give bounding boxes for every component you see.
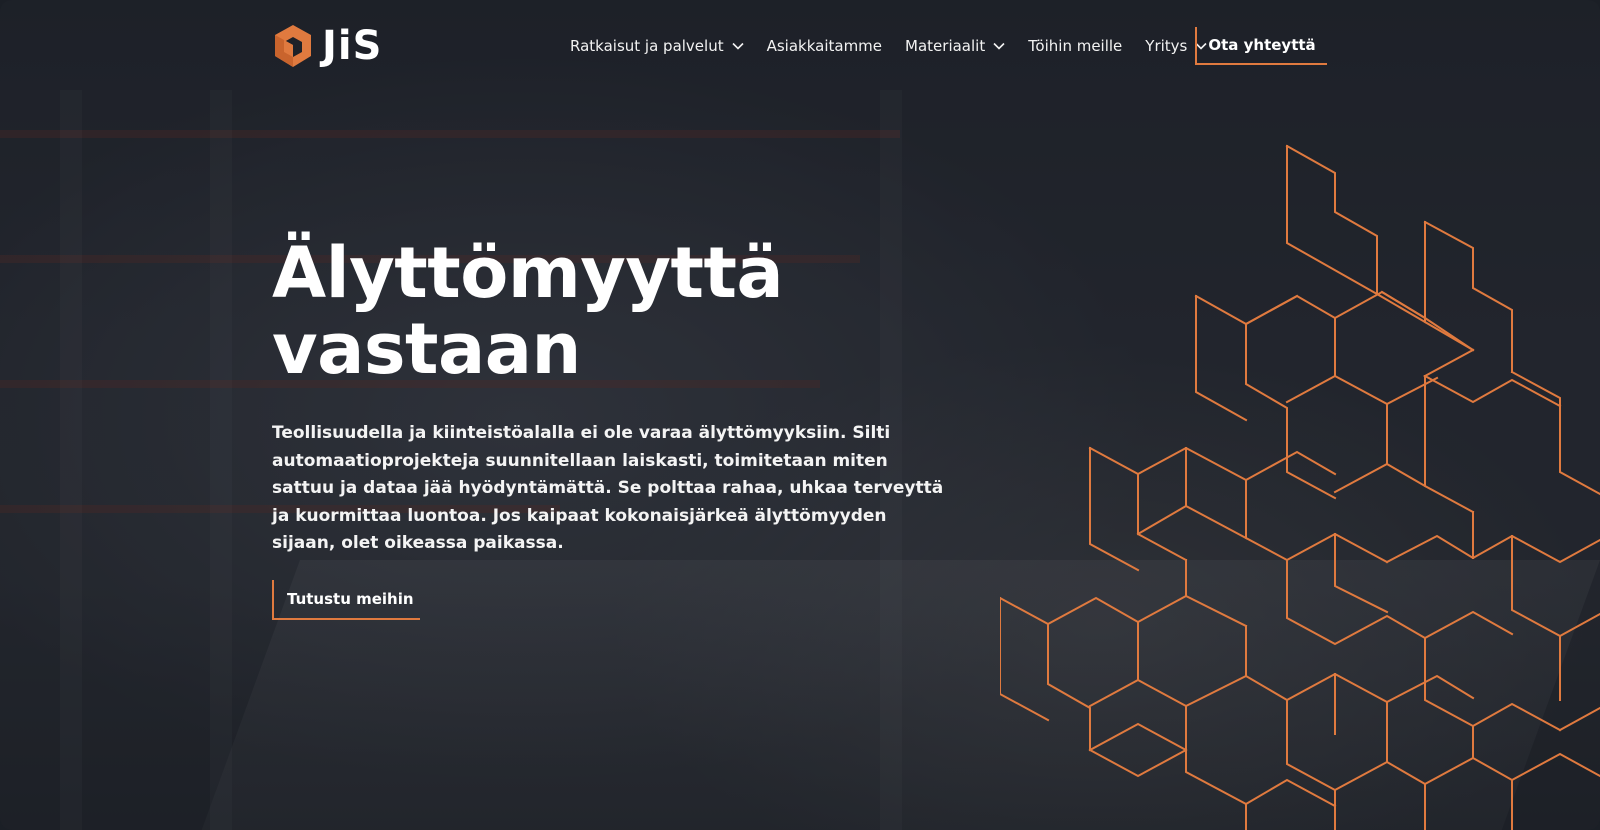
main-navigation: Ratkaisut ja palvelut Asiakkaitamme Mate… (570, 34, 1230, 58)
chevron-down-icon (993, 42, 1005, 50)
brand-logo[interactable]: JiS (272, 23, 382, 69)
isometric-line-pattern (1000, 144, 1600, 830)
chevron-down-icon (732, 42, 744, 50)
nav-item-asiakkaitamme[interactable]: Asiakkaitamme (767, 37, 882, 55)
brand-logo-text: JiS (322, 23, 383, 69)
nav-item-toihin-meille[interactable]: Töihin meille (1028, 37, 1122, 55)
hexagon-cube-icon (275, 25, 311, 67)
hero-title-line1: Älyttömyyttä (272, 232, 784, 314)
page-frame: JiS Ratkaisut ja palvelut Asiakkaitamme … (0, 0, 1600, 830)
learn-more-button[interactable]: Tutustu meihin (272, 580, 420, 620)
nav-item-materiaalit[interactable]: Materiaalit (905, 37, 1005, 55)
nav-item-label: Materiaalit (905, 37, 986, 55)
hero-title-line2: vastaan (272, 308, 581, 390)
nav-item-label: Töihin meille (1028, 37, 1123, 55)
nav-item-label: Ratkaisut ja palvelut (570, 37, 724, 55)
nav-item-label: Yritys (1145, 37, 1188, 55)
nav-item-ratkaisut[interactable]: Ratkaisut ja palvelut (570, 37, 744, 55)
hero-title: Älyttömyyttä vastaan (272, 235, 972, 387)
hero-description: Teollisuudella ja kiinteistöalalla ei ol… (272, 423, 944, 553)
nav-item-label: Asiakkaitamme (766, 37, 883, 55)
contact-button[interactable]: Ota yhteyttä (1195, 27, 1327, 65)
